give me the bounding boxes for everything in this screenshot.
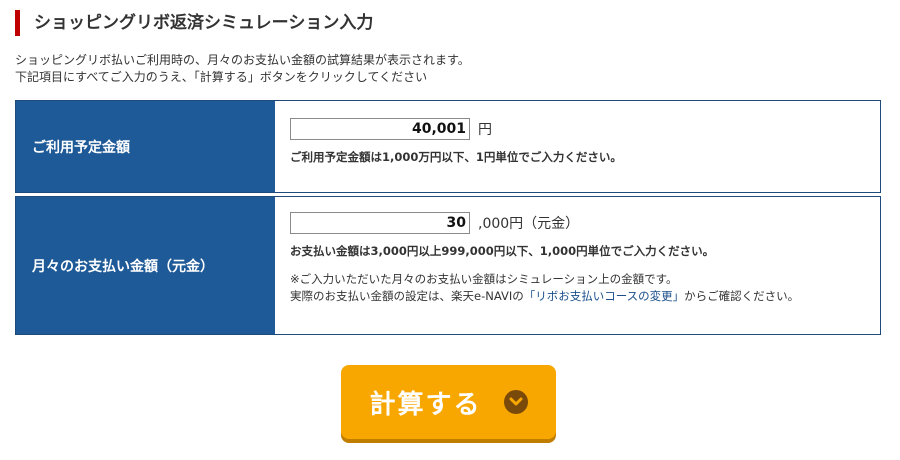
remark-line-2-suffix: からご確認ください。 bbox=[684, 289, 800, 303]
planned-amount-input[interactable] bbox=[290, 118, 470, 140]
remark-line-1: ※ご入力いただいた月々のお支払い金額はシミュレーション上の金額です。 bbox=[290, 272, 678, 286]
calculate-button[interactable]: 計算する bbox=[341, 365, 556, 439]
remark-line-2-prefix: 実際のお支払い金額の設定は、楽天e-NAVIの bbox=[290, 289, 524, 303]
planned-amount-unit: 円 bbox=[478, 122, 492, 138]
monthly-payment-input-line: ,000円（元金） bbox=[290, 211, 880, 235]
intro-line-1: ショッピングリボ払いご利用時の、月々のお支払い金額の試算結果が表示されます。 bbox=[15, 53, 470, 67]
planned-amount-row: ご利用予定金額 円 ご利用予定金額は1,000万円以下、1円単位でご入力ください… bbox=[15, 100, 881, 193]
monthly-payment-body: ,000円（元金） お支払い金額は3,000円以上999,000円以下、1,00… bbox=[275, 197, 880, 334]
chevron-down-icon bbox=[503, 390, 528, 414]
monthly-payment-remarks: ※ご入力いただいた月々のお支払い金額はシミュレーション上の金額です。 実際のお支… bbox=[290, 271, 880, 305]
monthly-payment-label: 月々のお支払い金額（元金） bbox=[16, 197, 275, 334]
monthly-payment-note: お支払い金額は3,000円以上999,000円以下、1,000円単位でご入力くだ… bbox=[290, 244, 715, 258]
page-title: ショッピングリボ返済シミュレーション入力 bbox=[15, 10, 373, 36]
planned-amount-body: 円 ご利用予定金額は1,000万円以下、1円単位でご入力ください。 bbox=[275, 101, 880, 192]
simulation-page: ショッピングリボ返済シミュレーション入力 ショッピングリボ払いご利用時の、月々の… bbox=[0, 0, 900, 460]
intro-text: ショッピングリボ払いご利用時の、月々のお支払い金額の試算結果が表示されます。 下… bbox=[15, 52, 470, 86]
planned-amount-label: ご利用予定金額 bbox=[16, 101, 275, 192]
intro-line-2: 下記項目にすべてご入力のうえ、「計算する」ボタンをクリックしてください bbox=[15, 70, 428, 84]
chevron-down-icon-svg bbox=[509, 397, 522, 406]
monthly-payment-unit: ,000円（元金） bbox=[478, 216, 580, 232]
revolving-course-change-link[interactable]: 「リボお支払いコースの変更」 bbox=[524, 289, 684, 303]
planned-amount-note: ご利用予定金額は1,000万円以下、1円単位でご入力ください。 bbox=[290, 150, 622, 164]
planned-amount-input-line: 円 bbox=[290, 117, 880, 141]
monthly-payment-input[interactable] bbox=[290, 212, 470, 234]
calculate-button-label: 計算する bbox=[369, 389, 482, 420]
monthly-payment-row: 月々のお支払い金額（元金） ,000円（元金） お支払い金額は3,000円以上9… bbox=[15, 196, 881, 335]
remark-line-2: 実際のお支払い金額の設定は、楽天e-NAVIの「リボお支払いコースの変更」からご… bbox=[290, 288, 880, 305]
